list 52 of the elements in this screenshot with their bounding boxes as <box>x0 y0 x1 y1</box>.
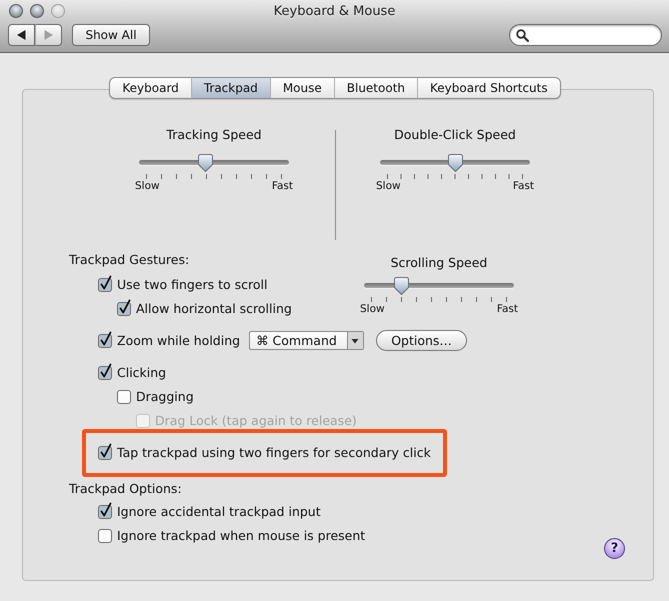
slider-thumb[interactable] <box>448 154 462 172</box>
slider-max-label: Fast <box>272 180 293 193</box>
option-label: Dragging <box>136 388 194 404</box>
slider-thumb[interactable] <box>198 154 214 172</box>
tab[interactable]: Keyboard <box>109 77 192 99</box>
close-button[interactable] <box>9 4 23 18</box>
tab[interactable]: Mouse <box>270 77 335 99</box>
checkbox[interactable] <box>117 387 132 405</box>
option-label: Allow horizontal scrolling <box>136 300 292 316</box>
caret-icon <box>347 332 364 348</box>
checkbox[interactable] <box>98 502 113 520</box>
tab[interactable]: Trackpad <box>192 77 271 99</box>
back-arrow-icon <box>17 30 26 40</box>
search-field[interactable] <box>509 24 662 46</box>
slider-title: Double-Click Speed <box>394 127 516 142</box>
modifier-popup[interactable]: ⌘ Command <box>249 330 364 350</box>
options-button[interactable]: Options… <box>376 330 468 350</box>
checkbox[interactable] <box>98 526 113 544</box>
search-icon <box>516 28 529 42</box>
checkbox[interactable] <box>98 275 113 293</box>
slider-min-label: Slow <box>360 303 385 316</box>
slider-max-label: Fast <box>496 303 518 316</box>
show-all-button[interactable]: Show All <box>72 24 150 46</box>
tab[interactable]: Keyboard Shortcuts <box>418 77 561 99</box>
back-button[interactable] <box>8 24 35 46</box>
slider-min-label: Slow <box>376 180 401 193</box>
forward-arrow-icon <box>44 30 53 40</box>
slider-track[interactable] <box>364 277 514 295</box>
option-label: Use two fingers to scroll <box>117 276 268 292</box>
checkbox[interactable] <box>98 443 113 461</box>
slider-title: Scrolling Speed <box>390 255 488 270</box>
section-heading: Trackpad Options: <box>69 481 182 497</box>
slider-min-label: Slow <box>135 180 160 193</box>
help-button[interactable]: ? <box>604 538 625 559</box>
option-label: Clicking <box>117 364 166 380</box>
window-title: Keyboard & Mouse <box>274 4 396 18</box>
slider-track[interactable] <box>380 154 530 172</box>
option-label: Tap trackpad using two fingers for secondary click <box>117 444 431 460</box>
section-heading: Trackpad Gestures: <box>69 252 190 267</box>
slider-max-label: Fast <box>512 180 534 193</box>
tab[interactable]: Bluetooth <box>334 77 418 99</box>
checkbox[interactable] <box>117 299 132 317</box>
option-label: Ignore trackpad when mouse is present <box>117 528 366 542</box>
option-label: Zoom while holding <box>117 332 240 348</box>
checkbox[interactable] <box>98 331 113 349</box>
option-label: Ignore accidental trackpad input <box>117 504 321 518</box>
option-label: Drag Lock (tap again to release) <box>155 412 357 428</box>
slider-track[interactable] <box>139 154 289 172</box>
checkbox[interactable] <box>98 363 113 381</box>
minimize-button[interactable] <box>30 4 44 18</box>
slider-title: Tracking Speed <box>166 127 262 142</box>
slider-thumb[interactable] <box>394 277 409 295</box>
